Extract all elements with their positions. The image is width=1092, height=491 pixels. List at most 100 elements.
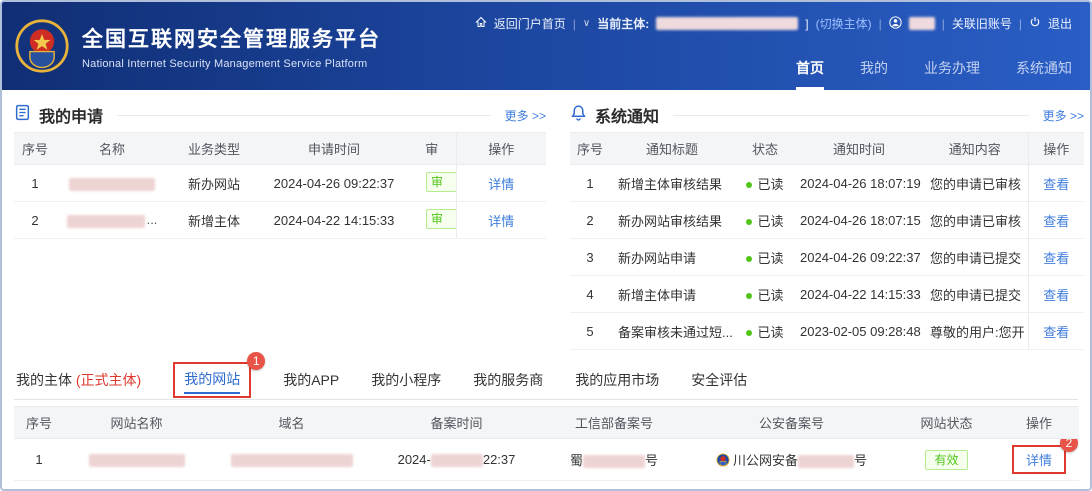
applications-header-row: 序号 名称 业务类型 申请时间 审 操作 [14, 133, 546, 165]
col-police-number: 公安备案号 [689, 407, 894, 439]
col-status: 状态 [734, 133, 796, 165]
apply-time: 2024-04-22 14:15:33 [260, 202, 408, 239]
nav-tab-home[interactable]: 首页 [796, 58, 824, 90]
notification-content: 您的申请已审核 [922, 165, 1028, 202]
highlight-box-detail: 详情 2 [1012, 445, 1066, 474]
row-index: 5 [570, 313, 610, 350]
link-old-account[interactable]: 关联旧账号 [952, 15, 1012, 32]
applications-table: 序号 名称 业务类型 申请时间 审 操作 1 新办网站 [14, 132, 546, 239]
col-index: 序号 [570, 133, 610, 165]
website-detail-link[interactable]: 详情 [1026, 453, 1052, 468]
highlight-box-my-website: 我的网站 1 [173, 362, 251, 398]
websites-header-row: 序号 网站名称 域名 备案时间 工信部备案号 公安备案号 网站状态 操作 [14, 407, 1079, 439]
redacted-application-name [69, 178, 155, 191]
nav-tab-notifications[interactable]: 系统通知 [1016, 58, 1072, 90]
notify-time: 2024-04-22 14:15:33 [796, 276, 922, 313]
notification-view-link[interactable]: 查看 [1043, 251, 1069, 266]
read-status-dot [746, 330, 752, 336]
read-status-dot [746, 182, 752, 188]
read-status-dot [746, 256, 752, 262]
annotation-step-1: 1 [247, 352, 265, 370]
redacted-subject-name [656, 17, 798, 30]
notification-content: 您的申请已提交 [922, 239, 1028, 276]
tab-my-appmarket[interactable]: 我的应用市场 [575, 370, 659, 390]
switch-subject-link[interactable]: (切换主体) [816, 15, 872, 32]
redacted-miit-number [583, 455, 645, 468]
col-domain: 域名 [209, 407, 374, 439]
websites-section: 序号 网站名称 域名 备案时间 工信部备案号 公安备案号 网站状态 操作 1 [14, 406, 1078, 481]
tab-security-assessment[interactable]: 安全评估 [691, 370, 747, 390]
col-actions: 操作 [456, 133, 546, 165]
logout-link[interactable]: 退出 [1048, 15, 1072, 32]
police-badge-icon [716, 455, 730, 470]
brand: 全国互联网安全管理服务平台 National Internet Security… [14, 2, 381, 90]
tab-my-website[interactable]: 我的网站 [184, 371, 240, 394]
row-index: 1 [570, 165, 610, 202]
nav-tab-mine[interactable]: 我的 [860, 58, 888, 90]
nav-tab-business[interactable]: 业务办理 [924, 58, 980, 90]
notifications-panel-header: 系统通知 更多 >> [570, 98, 1084, 132]
applications-panel-header: 我的申请 更多 >> [14, 98, 546, 132]
row-index: 2 [570, 202, 610, 239]
entity-tabs: 我的主体 (正式主体) 我的网站 1 我的APP 我的小程序 我的服务商 我的应… [14, 360, 1078, 400]
miit-number-suffix: 号 [645, 453, 658, 468]
redacted-website-name [89, 454, 185, 467]
notification-view-link[interactable]: 查看 [1043, 177, 1069, 192]
notify-time: 2024-04-26 18:07:19 [796, 165, 922, 202]
redacted-username [909, 17, 935, 30]
notifications-panel-title: 系统通知 [595, 103, 659, 127]
user-icon [889, 16, 902, 32]
col-website-name: 网站名称 [64, 407, 209, 439]
notifications-more-link[interactable]: 更多 >> [1043, 107, 1084, 124]
notifications-table: 序号 通知标题 状态 通知时间 通知内容 操作 1 新增主体审核结果 已读 [570, 132, 1084, 350]
applications-panel: 我的申请 更多 >> 序号 名称 业务类型 申请时间 审 操作 [14, 98, 546, 350]
notification-view-link[interactable]: 查看 [1043, 288, 1069, 303]
home-icon [475, 16, 487, 31]
read-status: 已读 [757, 251, 783, 266]
business-type: 新办网站 [168, 165, 260, 202]
application-detail-link[interactable]: 详情 [488, 214, 514, 229]
police-number-prefix: 川公网安备 [733, 453, 798, 468]
redacted-application-name [67, 215, 145, 228]
applications-more-link[interactable]: 更多 >> [505, 107, 546, 124]
content: 我的申请 更多 >> 序号 名称 业务类型 申请时间 审 操作 [2, 90, 1090, 481]
notification-view-link[interactable]: 查看 [1043, 325, 1069, 340]
divider [117, 115, 491, 116]
col-miit-number: 工信部备案号 [539, 407, 689, 439]
application-detail-link[interactable]: 详情 [488, 177, 514, 192]
review-status-badge: 审 [426, 209, 456, 229]
read-status: 已读 [757, 214, 783, 229]
apply-time: 2024-04-26 09:22:37 [260, 165, 408, 202]
record-time-prefix: 2024- [398, 452, 431, 467]
tab-my-subject[interactable]: 我的主体 (正式主体) [16, 370, 141, 390]
tab-my-miniprogram[interactable]: 我的小程序 [371, 370, 441, 390]
chevron-down-icon: ∨ [583, 18, 590, 29]
col-index: 序号 [14, 407, 64, 439]
notification-row: 3 新办网站申请 已读 2024-04-26 09:22:37 您的申请已提交 … [570, 239, 1084, 276]
redacted-police-number [798, 455, 854, 468]
name-ellipsis: ... [147, 212, 158, 227]
notification-title: 新办网站申请 [610, 239, 734, 276]
divider [673, 115, 1029, 116]
police-emblem-logo [14, 18, 70, 74]
redacted-record-time [431, 454, 483, 467]
notification-row: 4 新增主体申请 已读 2024-04-22 14:15:33 您的申请已提交 … [570, 276, 1084, 313]
col-title: 通知标题 [610, 133, 734, 165]
tab-my-app[interactable]: 我的APP [283, 370, 339, 390]
notification-view-link[interactable]: 查看 [1043, 214, 1069, 229]
row-index: 1 [14, 439, 64, 481]
main-nav: 首页 我的 业务办理 系统通知 [796, 58, 1072, 90]
applications-panel-title: 我的申请 [39, 103, 103, 127]
notification-row: 2 新办网站审核结果 已读 2024-04-26 18:07:15 您的申请已审… [570, 202, 1084, 239]
miit-number-prefix: 蜀 [570, 453, 583, 468]
notifications-panel: 系统通知 更多 >> 序号 通知标题 状态 通知时间 通知内容 操作 [570, 98, 1084, 350]
notification-title: 新增主体审核结果 [610, 165, 734, 202]
notification-content: 您的申请已审核 [922, 202, 1028, 239]
document-icon [14, 104, 31, 126]
notification-title: 备案审核未通过短... [610, 313, 734, 350]
power-icon [1029, 16, 1041, 31]
return-portal-link[interactable]: 返回门户首页 [494, 15, 566, 32]
tab-my-provider[interactable]: 我的服务商 [473, 370, 543, 390]
header-right: 返回门户首页 | ∨ 当前主体: ] (切换主体) | | 关联旧账号 | 退出 [475, 2, 1072, 90]
col-actions: 操作 [999, 407, 1079, 439]
